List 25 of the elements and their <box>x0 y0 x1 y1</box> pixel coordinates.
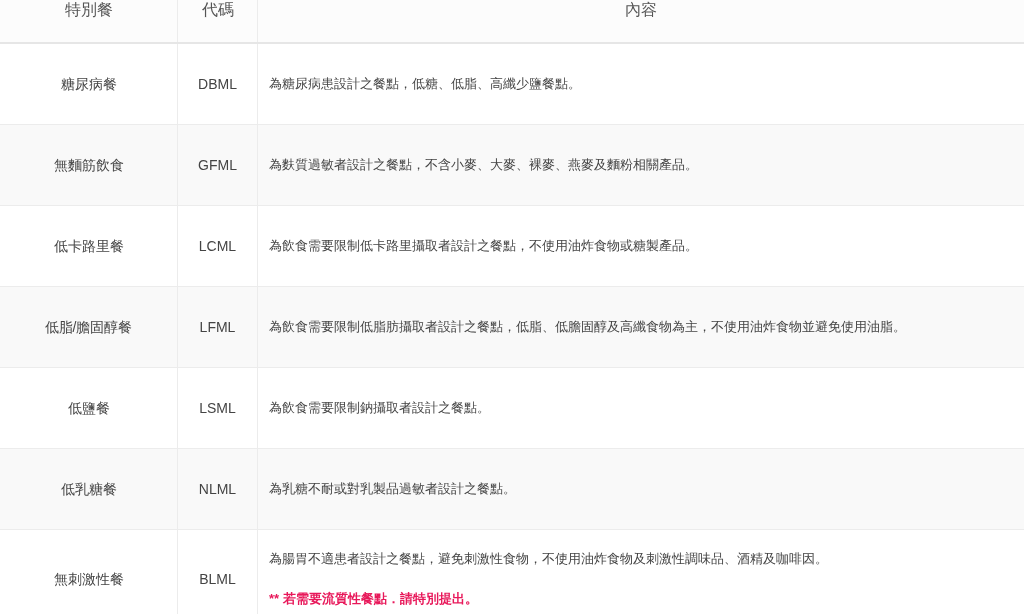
meal-name: 低脂/膽固醇餐 <box>44 317 133 337</box>
note-text: ** 若需要流質性餐點．請特別提出。 <box>269 589 479 608</box>
meal-name: 無麵筋飲食 <box>53 155 124 175</box>
meal-code: GFML <box>198 155 237 175</box>
meal-code: BLML <box>199 570 236 589</box>
meal-code: LCML <box>198 236 237 256</box>
column-header: 代碼 <box>201 0 234 20</box>
meal-description: 為腸胃不適患者設計之餐點，避免刺激性食物，不使用油炸食物及刺激性調味品、酒精及咖啡因。 <box>269 550 829 568</box>
meal-description: 為糖尿病患設計之餐點，低糖、低脂、高纖少鹽餐點。 <box>269 75 582 94</box>
meal-name: 低鹽餐 <box>67 398 110 418</box>
meal-name: 無刺激性餐 <box>53 570 124 589</box>
meal-name: 糖尿病餐 <box>60 74 117 94</box>
meal-description: 為飲食需要限制低卡路里攝取者設計之餐點，不使用油炸食物或糖製產品。 <box>269 237 699 256</box>
meal-description: 為飲食需要限制低脂肪攝取者設計之餐點，低脂、低膽固醇及高纖食物為主，不使用油炸食物並避免使用油脂。 <box>269 318 907 337</box>
meal-code: NLML <box>198 479 237 499</box>
meal-code: DBML <box>198 74 237 94</box>
meal-name: 低卡路里餐 <box>53 236 124 256</box>
meal-code: LFML <box>199 317 236 337</box>
meal-description: 為飲食需要限制鈉攝取者設計之餐點。 <box>269 399 491 418</box>
column-header: 特別餐 <box>64 0 113 20</box>
meal-code: LSML <box>199 398 236 418</box>
meal-description: 為麩質過敏者設計之餐點，不含小麥、大麥、裸麥、燕麥及麵粉相關產品。 <box>269 156 699 175</box>
column-header: 內容 <box>625 0 657 20</box>
meal-name: 低乳糖餐 <box>60 479 117 499</box>
meal-description: 為乳糖不耐或對乳製品過敏者設計之餐點。 <box>269 480 517 499</box>
